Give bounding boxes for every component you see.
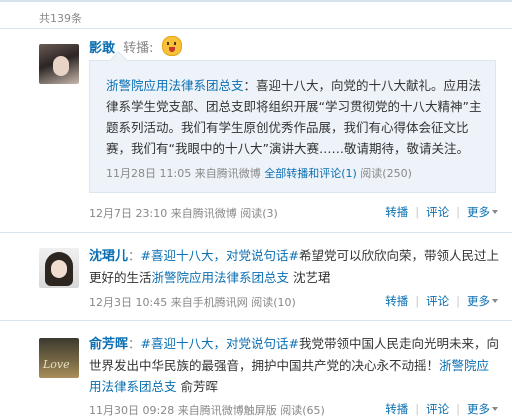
post-header: 影敢 转播: <box>89 36 182 61</box>
avatar[interactable] <box>39 248 79 288</box>
author-name[interactable]: 俞芳晖 <box>89 337 128 352</box>
author-name[interactable]: 沈珺儿 <box>89 249 128 264</box>
post-count: 共139条 <box>39 12 82 25</box>
comment-button[interactable]: 评论 <box>426 205 449 219</box>
post-actions: 转播 | 评论 | 更多 <box>385 293 498 309</box>
repost-action-label: 转播: <box>123 41 154 56</box>
post-date[interactable]: 12月7日 <box>89 207 132 220</box>
post-time[interactable]: 23:10 <box>136 207 168 220</box>
post-source: 来自腾讯微博触屏版 <box>177 404 277 417</box>
post-signature: 俞芳晖 <box>176 379 218 394</box>
post-source: 来自腾讯微博 <box>170 207 237 220</box>
tongue-out-emoji-icon <box>161 36 182 56</box>
post-date[interactable]: 11月30日 <box>89 404 139 417</box>
post-reads: 阅读(65) <box>280 404 325 417</box>
comment-button[interactable]: 评论 <box>426 402 449 416</box>
divider <box>0 320 512 321</box>
chevron-down-icon[interactable] <box>492 407 498 411</box>
quoted-post-text: 浙警院应用法律系团总支：喜迎十八大，向党的十八大献礼。应用法律系学生党支部、团总… <box>106 75 486 159</box>
post-source: 来自手机腾讯网 <box>170 296 248 309</box>
quoted-post: 浙警院应用法律系团总支：喜迎十八大，向党的十八大献礼。应用法律系学生党支部、团总… <box>89 60 496 193</box>
quoted-source: 来自腾讯微博 <box>194 167 261 180</box>
divider <box>0 232 512 233</box>
more-button[interactable]: 更多 <box>467 205 490 219</box>
avatar-image-detail: Love <box>43 358 70 371</box>
post-signature: 沈艺珺 <box>289 270 331 285</box>
post-meta: 11月30日 09:28 来自腾讯微博触屏版 阅读(65) <box>89 402 325 418</box>
post-meta: 12月3日 10:45 来自手机腾讯网 阅读(10) <box>89 294 296 310</box>
post-reads: 阅读(3) <box>240 207 278 220</box>
avatar[interactable] <box>39 44 79 84</box>
post-reads: 阅读(10) <box>251 296 296 309</box>
post-actions: 转播 | 评论 | 更多 <box>385 401 498 417</box>
post-date[interactable]: 12月3日 <box>89 296 132 309</box>
quoted-author-link[interactable]: 浙警院应用法律系团总支 <box>106 78 244 93</box>
post-body: 俞芳晖：#喜迎十八大，对党说句话#我党带领中国人民走向光明未来，向世界发出中华民… <box>89 336 499 394</box>
post-time[interactable]: 10:45 <box>136 296 168 309</box>
avatar-face <box>53 56 69 76</box>
chevron-down-icon[interactable] <box>492 210 498 214</box>
mention-link[interactable]: 浙警院应用法律系团总支 <box>152 270 290 285</box>
avatar[interactable]: Love <box>39 338 79 378</box>
quoted-date[interactable]: 11月28日 <box>106 167 156 180</box>
repost-button[interactable]: 转播 <box>385 402 408 416</box>
author-name[interactable]: 影敢 <box>89 41 115 56</box>
chevron-down-icon[interactable] <box>492 299 498 303</box>
more-button[interactable]: 更多 <box>467 294 490 308</box>
repost-button[interactable]: 转播 <box>385 205 408 219</box>
divider <box>0 28 512 29</box>
comment-button[interactable]: 评论 <box>426 294 449 308</box>
post-actions: 转播 | 评论 | 更多 <box>385 204 498 220</box>
quoted-reads: 阅读(250) <box>360 167 412 180</box>
all-reposts-link[interactable]: 全部转播和评论(1) <box>264 167 357 180</box>
quoted-post-meta: 11月28日 11:05 来自腾讯微博 全部转播和评论(1) 阅读(250) <box>106 165 412 181</box>
post-time[interactable]: 09:28 <box>143 404 175 417</box>
post-meta: 12月7日 23:10 来自腾讯微博 阅读(3) <box>89 205 278 221</box>
top-border <box>0 0 512 2</box>
more-button[interactable]: 更多 <box>467 402 490 416</box>
repost-button[interactable]: 转播 <box>385 294 408 308</box>
quoted-time[interactable]: 11:05 <box>160 167 192 180</box>
topic-link[interactable]: #喜迎十八大，对党说句话# <box>141 336 299 351</box>
topic-link[interactable]: #喜迎十八大，对党说句话# <box>141 248 299 263</box>
post-body: 沈珺儿：#喜迎十八大，对党说句话#希望党可以欣欣向荣，带领人民过上更好的生活浙警… <box>89 248 499 285</box>
